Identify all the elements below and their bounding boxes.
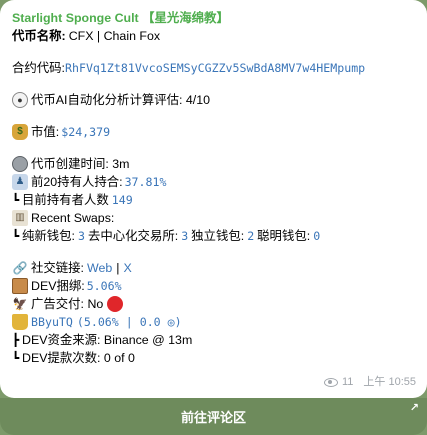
- swaps-pure-label: 纯新钱包:: [22, 229, 76, 243]
- message-time: 上午 10:55: [363, 376, 416, 388]
- dev-bundle-row: DEV捆绑: 5.06%: [12, 277, 415, 295]
- message-bubble: Starlight Sponge Cult 【星光海绵教】 代币名称: CFX …: [0, 0, 427, 398]
- message-meta: 11 上午 10:55: [323, 373, 416, 391]
- red-circle-icon: [107, 296, 124, 312]
- contract-row: 合约代码: RhFVq1Zt81VvcoSEMSyCGZZv5SwBdA8MV7…: [12, 59, 415, 77]
- swaps-pure-value[interactable]: 3: [78, 227, 85, 245]
- created-row: 代币创建时间: 3m: [12, 155, 415, 173]
- created-label: 代币创建时间: 3m: [31, 157, 130, 171]
- swaps-row: ▥ Recent Swaps:: [12, 209, 415, 227]
- tree-branch: ┣: [12, 333, 20, 347]
- swaps-smart-value[interactable]: 0: [313, 227, 320, 245]
- swaps-detail-row: ┗ 纯新钱包: 3 去中心化交易所: 3 独立钱包: 2 聪明钱包: 0: [12, 227, 415, 245]
- top20-label: 前20持有人持合:: [31, 175, 123, 189]
- external-arrow-icon: ↗: [409, 402, 419, 414]
- social-row: 🔗 社交链接: Web | X: [12, 259, 415, 277]
- link-icon: 🔗: [12, 261, 28, 275]
- view-count: 11: [341, 376, 354, 388]
- dev-withdraw-row: ┗ DEV提款次数: 0 of 0: [12, 349, 415, 367]
- swaps-dex-value[interactable]: 3: [181, 227, 188, 245]
- tree-branch: ┗: [12, 351, 20, 365]
- contract-label: 合约代码:: [12, 61, 66, 75]
- dev-source-label: DEV资金来源: Binance @ 13m: [22, 333, 193, 347]
- market-cap-row: $ 市值: $24,379: [12, 123, 415, 141]
- money-bag-icon: $: [12, 124, 28, 140]
- swaps-dex-label: 去中心化交易所:: [88, 229, 179, 243]
- tree-branch: ┗: [12, 229, 20, 243]
- token-title: Starlight Sponge Cult 【星光海绵教】: [12, 11, 229, 25]
- dev-source-row: ┣ DEV资金来源: Binance @ 13m: [12, 331, 415, 349]
- top20-row: ♟ 前20持有人持合: 37.81%: [12, 173, 415, 191]
- token-name-value: CFX | Chain Fox: [68, 29, 161, 43]
- package-icon: [12, 278, 28, 294]
- views-icon: [323, 377, 338, 387]
- token-name-row: 代币名称: CFX | Chain Fox: [12, 27, 415, 45]
- go-to-comments-button[interactable]: 前往评论区 ↗: [0, 398, 427, 435]
- social-separator: |: [116, 261, 120, 275]
- globe-icon: [12, 156, 28, 172]
- eye-icon: ●: [12, 92, 28, 108]
- ai-score-label: 代币AI自动化分析计算评估: 4/10: [31, 93, 211, 107]
- holders-value[interactable]: 149: [112, 191, 133, 209]
- trophy-icon: [12, 314, 28, 330]
- contract-address[interactable]: RhFVq1Zt81VvcoSEMSyCGZZv5SwBdA8MV7w4HEMp…: [65, 59, 365, 77]
- dev-wallet-row: BByuTQ (5.06% | 0.0 ◎): [12, 313, 415, 331]
- market-cap-value[interactable]: $24,379: [61, 123, 110, 141]
- swaps-indep-value[interactable]: 2: [247, 227, 254, 245]
- eagle-icon: 🦅: [12, 297, 28, 311]
- dev-bundle-value[interactable]: 5.06%: [87, 277, 122, 295]
- token-name-label: 代币名称:: [12, 29, 66, 43]
- ad-label: 广告交付: No: [31, 297, 104, 311]
- swaps-label: Recent Swaps:: [31, 211, 115, 225]
- swaps-indep-label: 独立钱包:: [191, 229, 245, 243]
- top20-value[interactable]: 37.81%: [125, 173, 167, 191]
- social-x-link[interactable]: X: [124, 259, 132, 277]
- ad-row: 🦅 广告交付: No: [12, 295, 415, 313]
- social-web-link[interactable]: Web: [87, 259, 112, 277]
- bank-icon: ▥: [12, 210, 28, 226]
- tree-branch: ┗: [12, 193, 20, 207]
- holders-label: 目前持有者人数: [22, 193, 109, 207]
- market-cap-label: 市值:: [31, 125, 60, 139]
- dev-bundle-label: DEV捆绑:: [31, 279, 85, 293]
- dev-withdraw-label: DEV提款次数: 0 of 0: [22, 351, 135, 365]
- dev-wallet-stats[interactable]: (5.06% | 0.0 ◎): [77, 313, 182, 331]
- ai-score-row: ● 代币AI自动化分析计算评估: 4/10: [12, 91, 415, 109]
- holders-row: ┗ 目前持有者人数 149: [12, 191, 415, 209]
- person-icon: ♟: [12, 174, 28, 190]
- swaps-smart-label: 聪明钱包:: [257, 229, 311, 243]
- dev-wallet-name[interactable]: BByuTQ: [31, 313, 73, 331]
- comment-button-label: 前往评论区: [180, 410, 246, 425]
- social-label: 社交链接:: [31, 261, 85, 275]
